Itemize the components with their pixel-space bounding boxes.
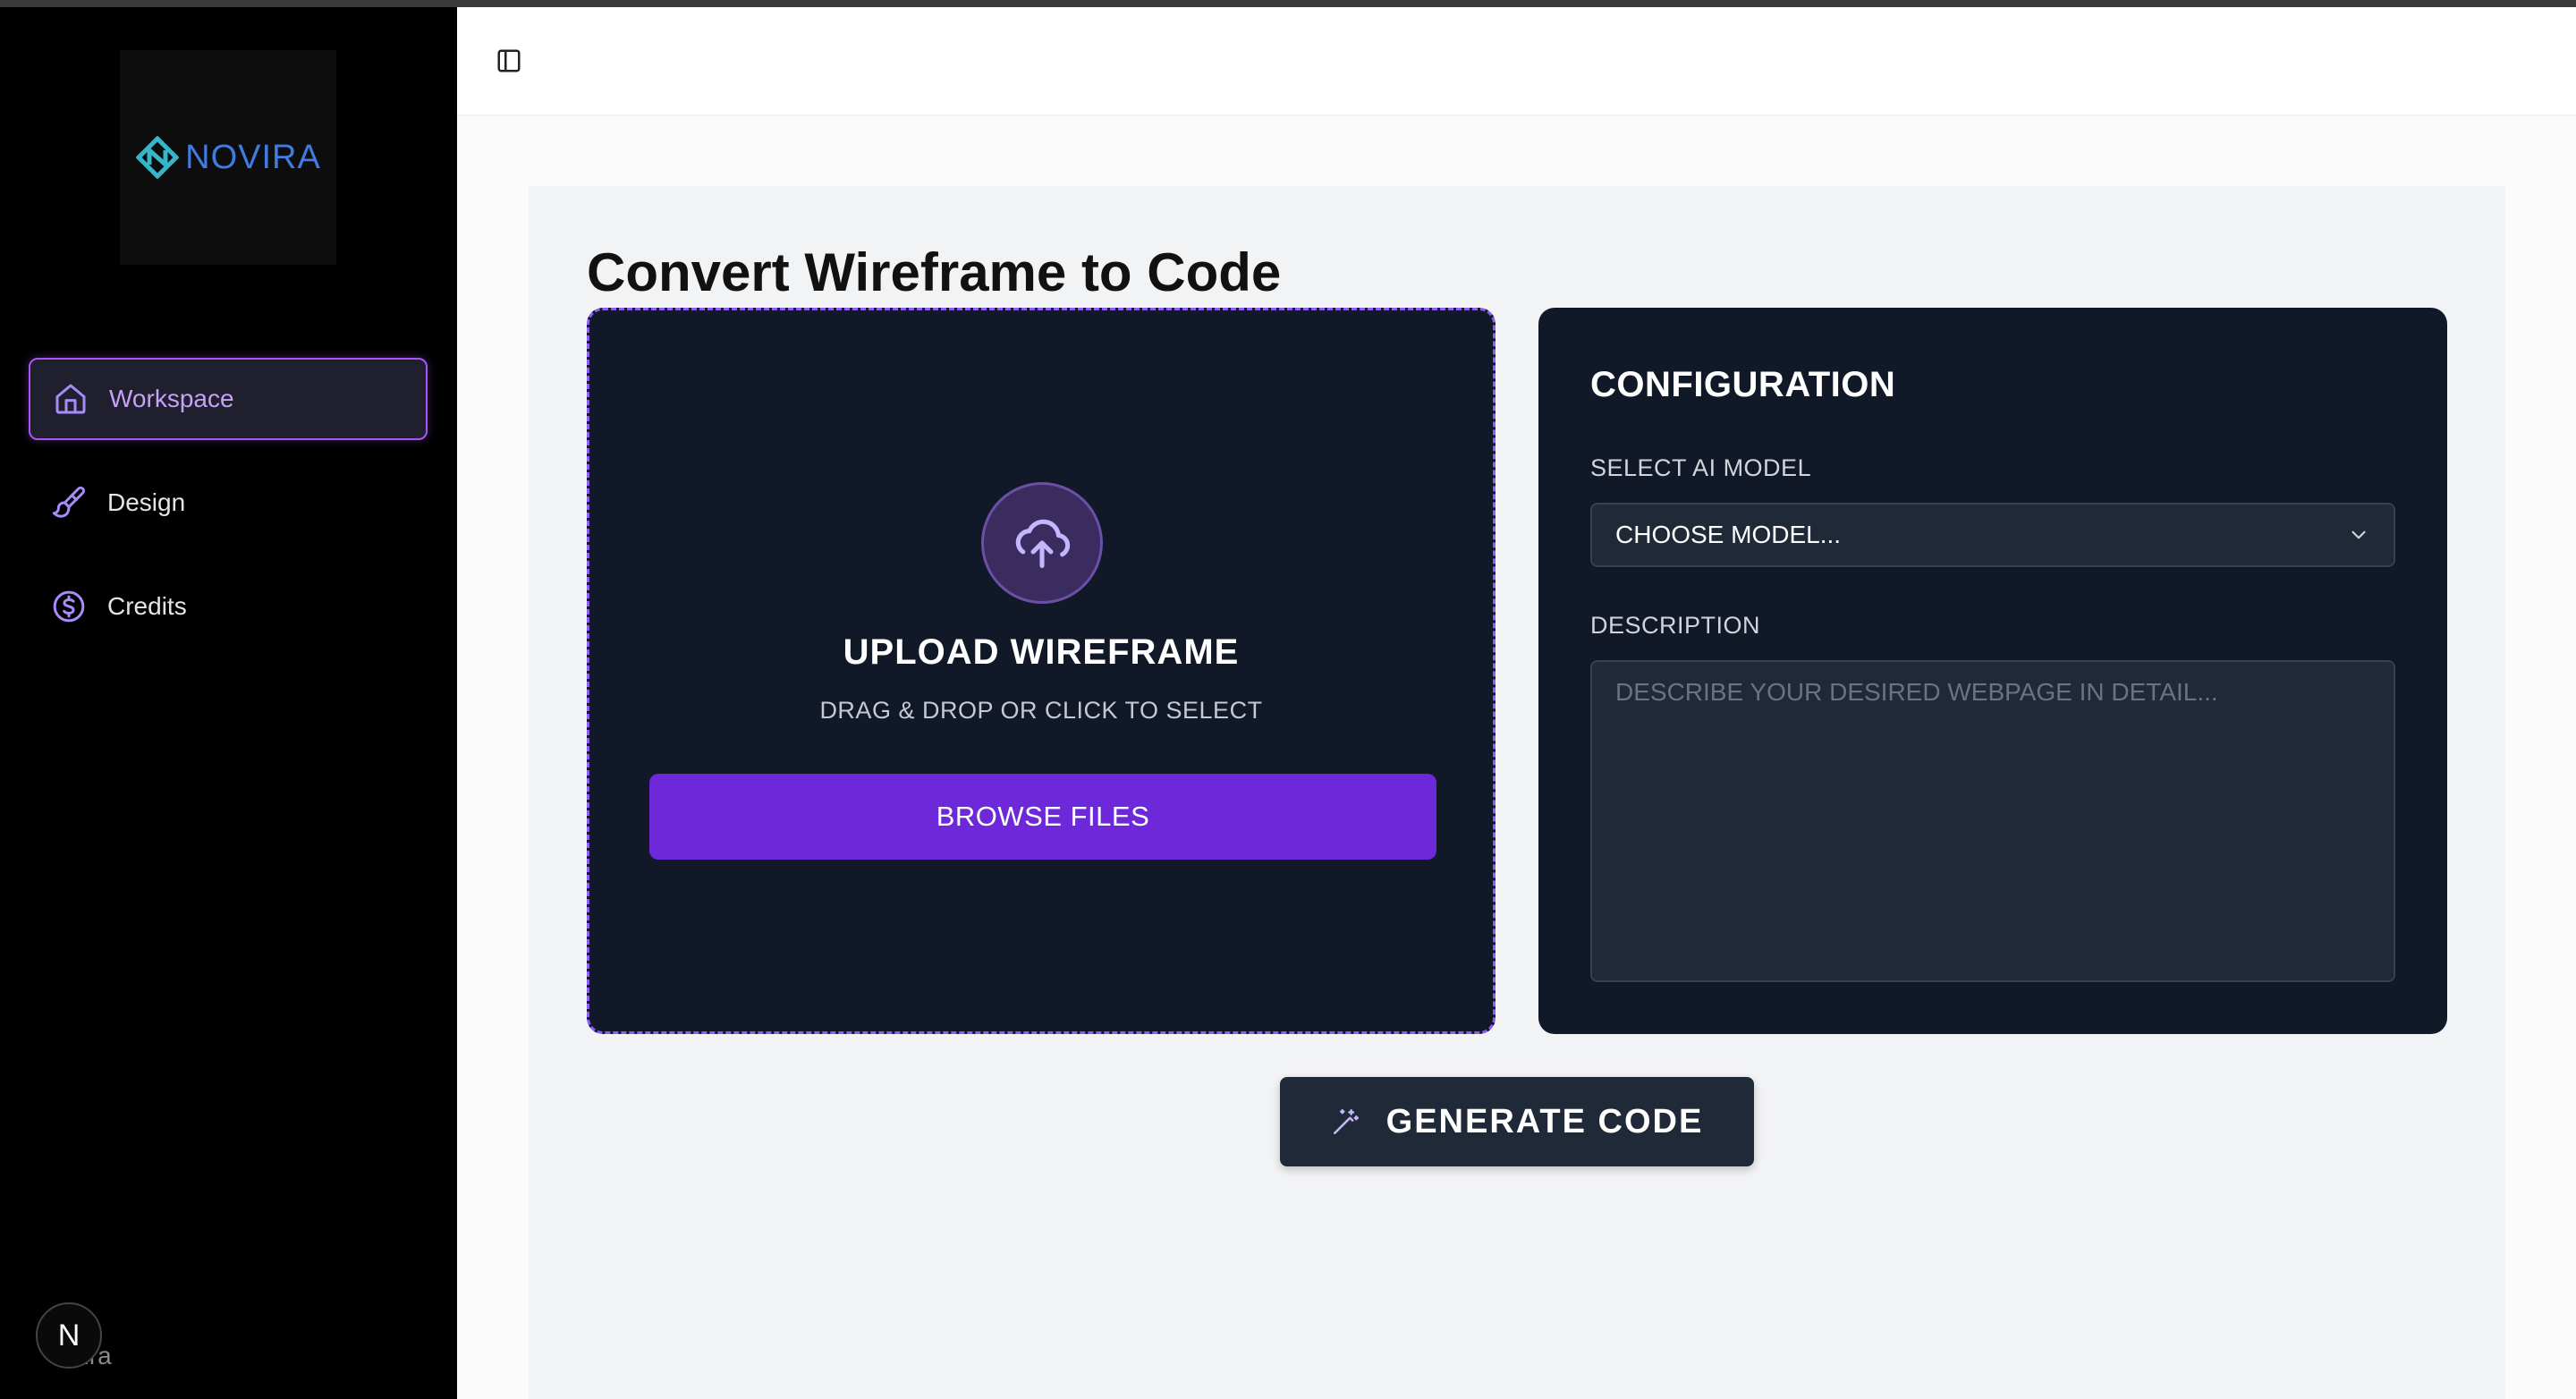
sidebar: NOVIRA Workspace Design Credits N bbox=[0, 7, 457, 1399]
configuration-card: CONFIGURATION SELECT AI MODEL CHOOSE MOD… bbox=[1538, 308, 2447, 1034]
upload-title: UPLOAD WIREFRAME bbox=[843, 632, 1240, 672]
upload-icon-circle bbox=[981, 482, 1103, 604]
upload-subtitle: DRAG & DROP OR CLICK TO SELECT bbox=[819, 697, 1263, 724]
logo: NOVIRA bbox=[120, 50, 336, 265]
browse-files-button[interactable]: BROWSE FILES bbox=[649, 774, 1436, 860]
config-title: CONFIGURATION bbox=[1590, 365, 1896, 404]
sidebar-item-design[interactable]: Design bbox=[29, 462, 428, 544]
logo-text: NOVIRA bbox=[185, 138, 321, 176]
cloud-upload-icon bbox=[1015, 519, 1071, 569]
magic-wand-icon bbox=[1333, 1108, 1359, 1135]
model-label: SELECT AI MODEL bbox=[1590, 454, 1812, 481]
model-select[interactable]: CHOOSE MODEL... bbox=[1590, 503, 2395, 567]
paintbrush-icon bbox=[48, 482, 89, 523]
home-icon bbox=[50, 378, 91, 420]
sidebar-toggle-icon bbox=[497, 49, 521, 72]
sidebar-toggle-button[interactable] bbox=[493, 45, 525, 77]
dollar-circle-icon bbox=[48, 586, 89, 627]
sidebar-item-label: Workspace bbox=[109, 385, 234, 412]
sidebar-item-label: Design bbox=[107, 488, 186, 516]
generate-code-button[interactable]: GENERATE CODE bbox=[1280, 1077, 1754, 1166]
sidebar-item-credits[interactable]: Credits bbox=[29, 565, 428, 648]
badge-letter: N bbox=[57, 1318, 80, 1352]
description-textarea[interactable] bbox=[1590, 660, 2395, 982]
model-select-value: CHOOSE MODEL... bbox=[1615, 521, 1842, 548]
top-header bbox=[457, 7, 2576, 116]
chevron-down-icon bbox=[2351, 530, 2366, 539]
dev-indicator-badge[interactable]: N bbox=[36, 1302, 102, 1369]
page-title: Convert Wireframe to Code bbox=[587, 242, 1282, 302]
generate-code-label: GENERATE CODE bbox=[1385, 1102, 1704, 1140]
sidebar-item-label: Credits bbox=[107, 592, 187, 620]
upload-dropzone[interactable]: UPLOAD WIREFRAME DRAG & DROP OR CLICK TO… bbox=[587, 308, 1496, 1034]
sidebar-item-workspace[interactable]: Workspace bbox=[29, 358, 428, 440]
logo-mark-icon bbox=[135, 135, 180, 180]
window-top-strip bbox=[0, 0, 2576, 7]
description-label: DESCRIPTION bbox=[1590, 612, 1761, 639]
